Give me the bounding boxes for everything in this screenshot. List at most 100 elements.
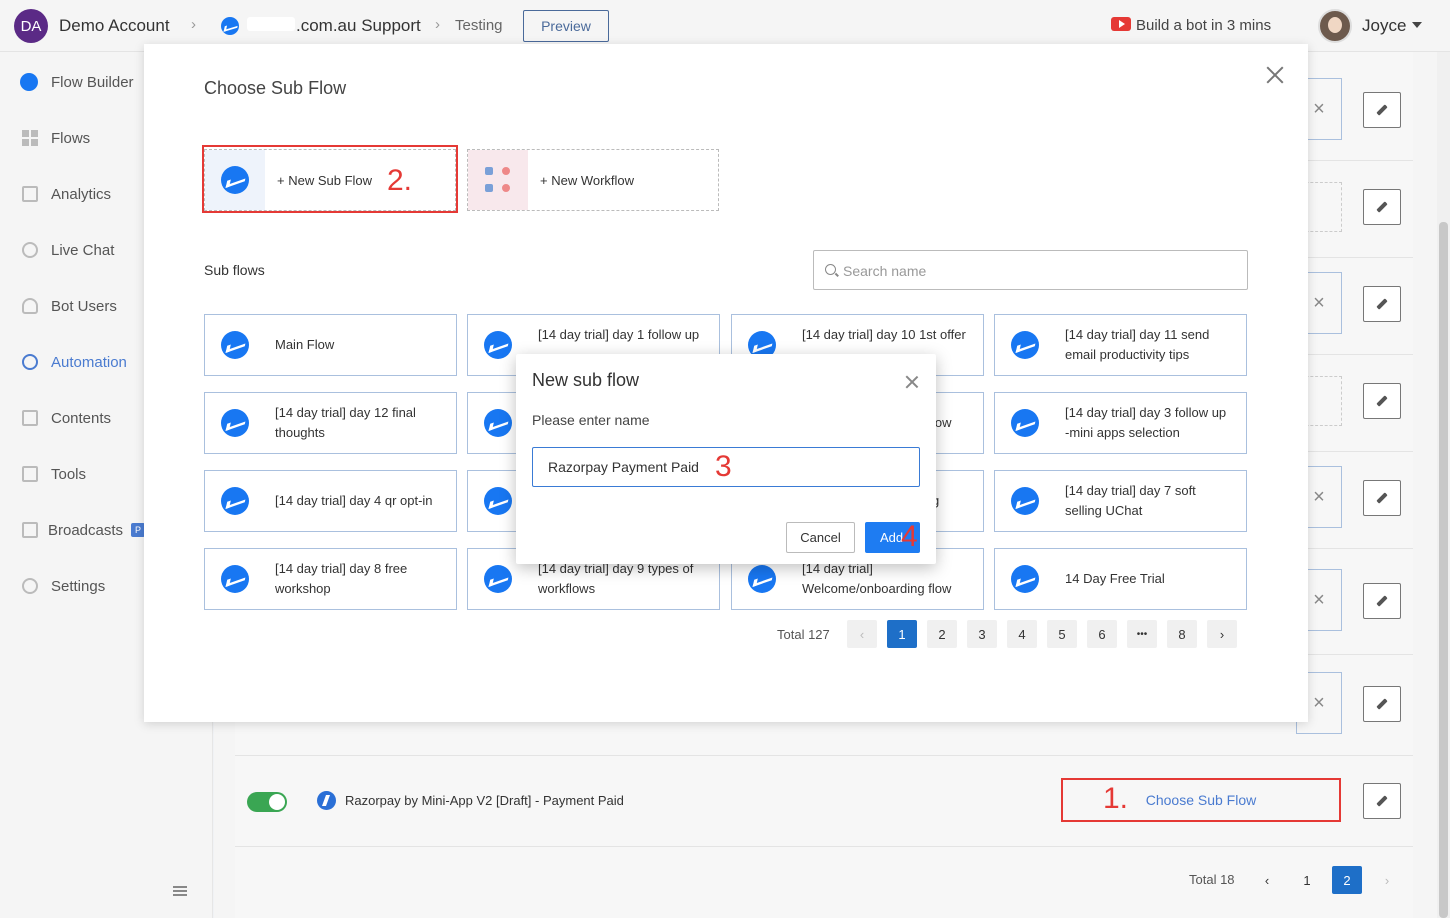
new-sub-flow-modal: New sub flow Please enter name 3 Cancel … <box>516 354 936 564</box>
automation-icon <box>22 354 38 370</box>
page-button[interactable]: 3 <box>967 620 997 648</box>
page-button[interactable]: 4 <box>1007 620 1037 648</box>
page-button[interactable]: 8 <box>1167 620 1197 648</box>
messenger-icon <box>221 17 239 35</box>
page-button[interactable]: 6 <box>1087 620 1117 648</box>
megaphone-icon <box>22 522 38 538</box>
flow-toggle[interactable] <box>247 792 287 812</box>
flow-name: Razorpay by Mini-App V2 [Draft] - Paymen… <box>345 793 624 808</box>
breadcrumb-separator-icon: › <box>435 16 440 33</box>
sub-flow-card[interactable]: 14 Day Free Trial <box>994 548 1247 610</box>
page-button-active[interactable]: 1 <box>887 620 917 648</box>
page-button-active[interactable]: 2 <box>1332 866 1362 894</box>
chevron-down-icon[interactable] <box>1412 22 1422 28</box>
sub-flow-name: [14 day trial] day 12 final thoughts <box>275 405 416 440</box>
preview-button[interactable]: Preview <box>523 10 609 42</box>
sub-flow-card[interactable]: [14 day trial] day 4 qr opt-in <box>204 470 457 532</box>
page-button[interactable]: 2 <box>927 620 957 648</box>
edit-button[interactable] <box>1363 286 1401 322</box>
edit-button[interactable] <box>1363 189 1401 225</box>
pencil-icon <box>1376 201 1388 213</box>
workflow-icon <box>485 167 511 193</box>
user-avatar[interactable] <box>1318 9 1352 43</box>
icon-area <box>205 549 265 609</box>
account-name[interactable]: Demo Account <box>59 16 170 36</box>
next-page-button[interactable]: › <box>1207 620 1237 648</box>
edit-button[interactable] <box>1363 583 1401 619</box>
pencil-icon <box>1376 395 1388 407</box>
icon-area <box>995 315 1055 375</box>
subflow-total: Total 127 <box>777 627 830 642</box>
sub-flow-card[interactable]: [14 day trial] day 8 free workshop <box>204 548 457 610</box>
workflow-icon-area <box>468 150 528 210</box>
messenger-icon <box>484 331 512 359</box>
account-avatar[interactable]: DA <box>14 9 48 43</box>
pencil-icon <box>1376 698 1388 710</box>
sidebar-item-label: Broadcasts <box>48 521 124 539</box>
sub-flows-heading: Sub flows <box>204 262 265 278</box>
sub-flow-card[interactable]: [14 day trial] day 11 send email product… <box>994 314 1247 376</box>
divider <box>235 846 1413 847</box>
search-input[interactable] <box>843 260 1233 282</box>
page-name[interactable]: .com.au Support <box>296 16 421 36</box>
user-name[interactable]: Joyce <box>1362 16 1406 36</box>
messenger-icon <box>221 409 249 437</box>
sub-flow-card[interactable]: [14 day trial] day 12 final thoughts <box>204 392 457 454</box>
sub-flow-name: [14 day trial] day 11 send email product… <box>1065 327 1210 362</box>
messenger-icon <box>1011 565 1039 593</box>
close-icon[interactable] <box>1266 66 1284 84</box>
icon-area <box>995 549 1055 609</box>
panel-title: Choose Sub Flow <box>204 78 347 98</box>
razorpay-icon <box>317 791 336 810</box>
annotation-4: 4 <box>901 520 918 553</box>
next-page-button[interactable]: › <box>1372 866 1402 894</box>
annotation-1: 1. <box>1103 782 1129 815</box>
messenger-icon <box>20 73 38 91</box>
page-button[interactable]: 5 <box>1047 620 1077 648</box>
sub-flow-card[interactable]: [14 day trial] day 7 soft selling UChat <box>994 470 1247 532</box>
sidebar-item-label: Bot Users <box>51 297 117 315</box>
prev-page-button[interactable]: ‹ <box>847 620 877 648</box>
breadcrumb-current[interactable]: Testing <box>455 17 503 34</box>
new-workflow-label: + New Workflow <box>540 172 635 188</box>
annotation-3: 3 <box>715 450 732 483</box>
messenger-icon <box>748 565 776 593</box>
icon-area <box>995 471 1055 531</box>
gear-icon <box>22 578 38 594</box>
youtube-icon[interactable] <box>1111 17 1131 31</box>
edit-button[interactable] <box>1363 92 1401 128</box>
user-icon <box>22 298 38 314</box>
search-icon <box>825 264 836 275</box>
search-box[interactable] <box>813 250 1248 290</box>
edit-button[interactable] <box>1363 383 1401 419</box>
page-ellipsis[interactable]: ••• <box>1127 620 1157 648</box>
sidebar-item-label: Automation <box>51 353 127 371</box>
pencil-icon <box>1376 492 1388 504</box>
sub-flow-name: [14 day trial] day 1 follow up <box>538 327 700 342</box>
scrollbar-thumb[interactable] <box>1439 222 1448 918</box>
sub-flow-name: low <box>932 415 952 430</box>
sub-flow-name: [14 day trial] day 9 types of workflows <box>538 561 694 596</box>
prev-page-button[interactable]: ‹ <box>1252 866 1282 894</box>
modal-title: New sub flow <box>532 370 640 390</box>
new-workflow-button[interactable]: + New Workflow <box>467 149 719 211</box>
cancel-button[interactable]: Cancel <box>786 522 855 553</box>
modal-prompt: Please enter name <box>532 412 650 428</box>
edit-button[interactable] <box>1363 480 1401 516</box>
build-bot-link[interactable]: Build a bot in 3 mins <box>1136 17 1271 34</box>
page-button[interactable]: 1 <box>1292 866 1322 894</box>
close-icon[interactable] <box>906 376 918 388</box>
sub-flow-card[interactable]: [14 day trial] day 3 follow up -mini app… <box>994 392 1247 454</box>
pro-badge: P <box>131 523 145 537</box>
messenger-icon <box>221 565 249 593</box>
sidebar-item-label: Tools <box>51 465 87 483</box>
edit-button[interactable] <box>1363 783 1401 819</box>
annotation-box-2 <box>202 145 458 213</box>
edit-button[interactable] <box>1363 686 1401 722</box>
sub-flow-card[interactable]: Main Flow <box>204 314 457 376</box>
sub-flow-name: [14 day trial] Welcome/onboarding flow <box>802 561 952 596</box>
messenger-icon <box>1011 409 1039 437</box>
sub-flow-name: [14 day trial] day 4 qr opt-in <box>275 493 433 508</box>
tools-icon <box>22 466 38 482</box>
menu-collapse-icon[interactable] <box>173 886 187 896</box>
